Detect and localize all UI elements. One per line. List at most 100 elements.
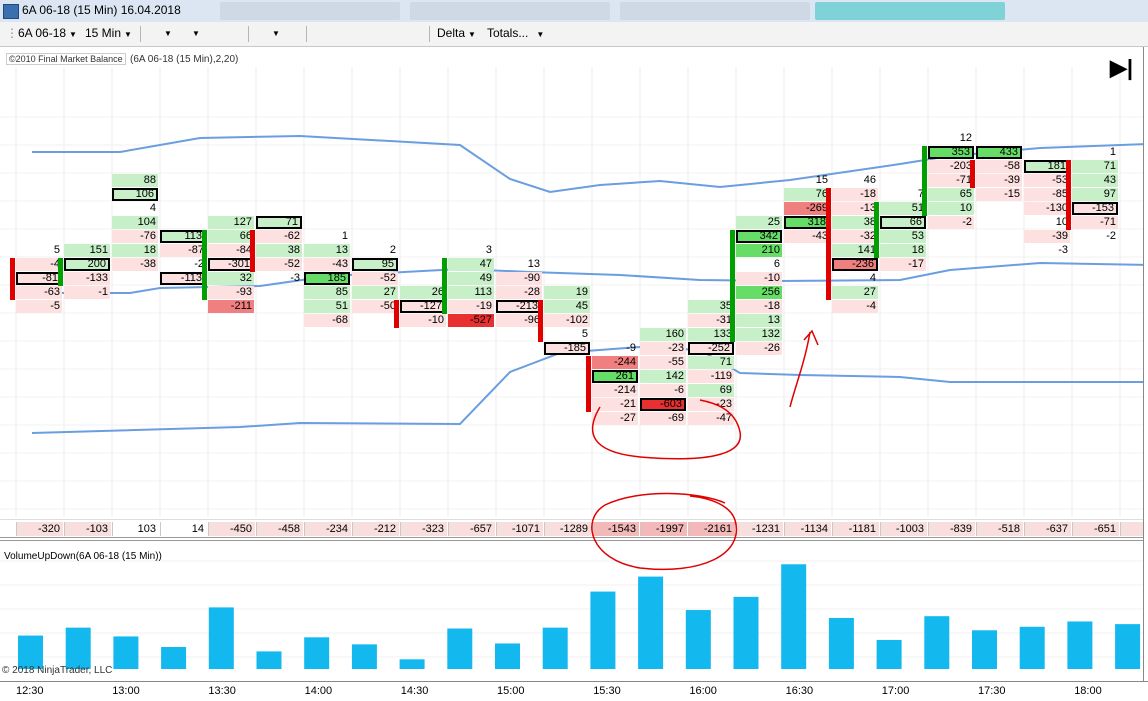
footprint-cell: 3 (485, 244, 492, 256)
footprint-cell: 113 (448, 286, 494, 299)
delta-selector[interactable]: Delta ▼ (437, 25, 476, 42)
footprint-cell: -55 (640, 356, 686, 369)
chevron-down-icon[interactable]: ▼ (192, 25, 200, 42)
volume-bar (781, 564, 807, 669)
footprint-cell: 71 (688, 356, 734, 369)
footprint-cell: -71 (1072, 216, 1118, 229)
footprint-cell: -52 (352, 272, 398, 285)
volume-bar (590, 591, 616, 669)
window-title: 6A 06-18 (15 Min) 16.04.2018 (22, 3, 181, 17)
footprint-cell: 66 (208, 230, 254, 243)
footprint-cell: -4 (16, 258, 62, 271)
volume-bar (399, 659, 425, 669)
cvd-cell: -651 (1072, 522, 1119, 536)
footprint-cell: -15 (976, 188, 1022, 201)
footprint-cell: -214 (592, 384, 638, 397)
up-bar-marker (874, 202, 879, 258)
footprint-cell: -133 (64, 272, 110, 285)
cvd-cell: -212 (352, 522, 399, 536)
footprint-cell: -58 (976, 160, 1022, 173)
time-axis-label: 12:30 (16, 685, 44, 697)
volume-bar (685, 610, 711, 669)
footprint-cell: 35 (688, 300, 734, 313)
footprint-cell: -17 (880, 258, 926, 271)
footprint-cell: 19 (544, 286, 590, 299)
footprint-cell: 5 (53, 244, 60, 256)
footprint-cell: -23 (688, 398, 734, 411)
background-tab[interactable] (220, 2, 400, 20)
footprint-cell: 342 (736, 230, 782, 243)
footprint-cell: -527 (448, 314, 494, 327)
footprint-cell: -236 (832, 258, 878, 271)
footprint-cell: 38 (832, 216, 878, 229)
footprint-cell: -18 (832, 188, 878, 201)
background-tab[interactable] (815, 2, 1005, 20)
footprint-cell: -113 (160, 272, 206, 285)
totals-selector[interactable]: Totals... ▼ (487, 25, 544, 42)
volume-panel[interactable]: VolumeUpDown(6A 06-18 (15 Min)) © 2018 N… (0, 540, 1148, 681)
cvd-cell: -1997 (640, 522, 687, 536)
down-bar-marker (1066, 160, 1071, 230)
time-axis-label: 17:00 (881, 685, 910, 697)
cvd-cell: -839 (928, 522, 975, 536)
footprint-cell: 127 (208, 216, 254, 229)
footprint-cell: -21 (592, 398, 638, 411)
toolbar-divider (140, 26, 141, 42)
footprint-cell: -93 (208, 286, 254, 299)
cvd-cell: -518 (976, 522, 1023, 536)
volume-bar (876, 639, 902, 669)
footprint-chart-panel[interactable]: ©2010 Final Market Balance (6A 06-18 (15… (0, 47, 1148, 517)
price-axis[interactable] (1143, 47, 1148, 681)
footprint-cell: -53 (1024, 174, 1070, 187)
footprint-cell: -153 (1072, 202, 1118, 215)
footprint-cell: -90 (496, 272, 542, 285)
footprint-cell: 10 (928, 202, 974, 215)
footprint-cell: 210 (736, 244, 782, 257)
footprint-cell: -52 (256, 258, 302, 271)
background-tab[interactable] (410, 2, 610, 20)
chevron-down-icon[interactable]: ▼ (272, 25, 280, 42)
volume-bar (1115, 624, 1141, 669)
background-tab[interactable] (620, 2, 810, 20)
footprint-cell: 7 (917, 188, 924, 200)
scroll-to-end-icon[interactable]: ▶| (1110, 57, 1133, 79)
volume-bar (18, 635, 43, 669)
footprint-cell: -50 (352, 300, 398, 313)
footprint-cell: 181 (1024, 160, 1070, 173)
footprint-cell: -81 (16, 272, 62, 285)
interval-selector[interactable]: 15 Min ▼ (85, 25, 132, 42)
footprint-cell: -119 (688, 370, 734, 383)
footprint-cell: -9 (626, 342, 636, 354)
footprint-cell: -5 (16, 300, 62, 313)
footprint-cell: -19 (448, 300, 494, 313)
footprint-cell: -28 (496, 286, 542, 299)
footprint-cell: 13 (304, 244, 350, 257)
footprint-cell: -85 (1024, 188, 1070, 201)
footprint-cell: -244 (592, 356, 638, 369)
time-axis-label: 16:00 (689, 685, 717, 697)
time-axis[interactable]: 12:30 13:00 13:30 14:00 14:30 15:00 15:30 16:00… (0, 681, 1148, 701)
footprint-cell: 433 (976, 146, 1022, 159)
time-axis-label: 14:30 (400, 685, 429, 697)
footprint-cell: 13 (736, 314, 782, 327)
footprint-cell: -4 (832, 300, 878, 313)
up-bar-marker (202, 230, 207, 300)
footprint-cell: -63 (16, 286, 62, 299)
footprint-cell: 47 (448, 258, 494, 271)
time-axis-label: 13:30 (208, 685, 236, 697)
volume-bar (304, 637, 330, 669)
up-bar-marker (58, 258, 63, 286)
footprint-cell: -23 (640, 342, 686, 355)
cvd-cell: -1231 (736, 522, 783, 536)
footprint-cell: -43 (784, 230, 830, 243)
footprint-cell: 104 (112, 216, 158, 229)
down-bar-marker (10, 258, 15, 300)
footprint-cell: 256 (736, 286, 782, 299)
footprint-cell: -2 (1106, 230, 1116, 242)
down-bar-marker (538, 300, 543, 342)
footprint-cell: 12 (959, 132, 972, 144)
instrument-selector[interactable]: 6A 06-18 ▼ (18, 25, 77, 42)
chevron-down-icon[interactable]: ▼ (164, 25, 172, 42)
cvd-cell: -1289 (544, 522, 591, 536)
footprint-cell: 106 (112, 188, 158, 201)
